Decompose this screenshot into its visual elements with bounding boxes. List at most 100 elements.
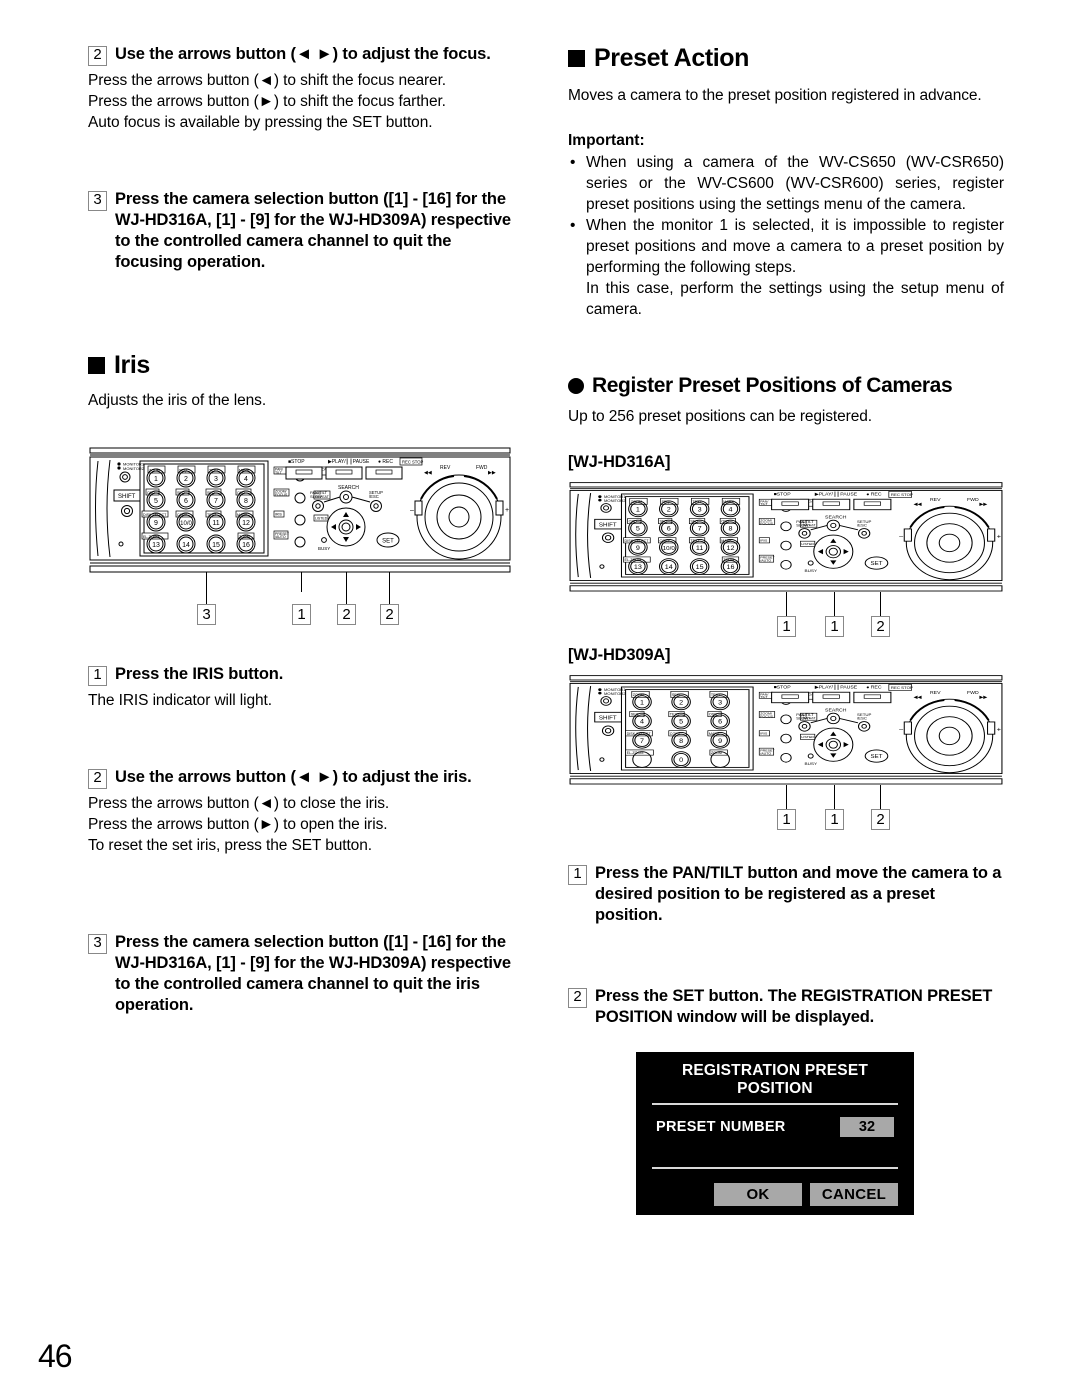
svg-text:SHIFT: SHIFT [599,716,617,721]
svg-text:6: 6 [184,498,188,505]
callout-leader [346,572,348,604]
svg-text:TILT: TILT [760,695,767,699]
svg-text:▶▶: ▶▶ [488,470,496,476]
svg-text:12: 12 [242,520,250,527]
step-pantilt: 1 Press the PAN/TILT button and move the… [568,863,1004,926]
svg-text:TILT: TILT [275,471,283,475]
svg-text:REC STOP: REC STOP [891,686,913,691]
step-set: 2 Press the SET button. The REGISTRATION… [568,986,1004,1028]
svg-text:/AUTO: /AUTO [760,559,771,563]
svg-text:SLOW: SLOW [310,494,322,499]
step-title: Use the arrows button (◄ ►) to adjust th… [115,45,491,63]
svg-text:MONITOR2: MONITOR2 [123,466,145,471]
svg-text:FOCUS: FOCUS [760,522,773,526]
svg-text:8: 8 [244,498,248,505]
svg-text:15: 15 [696,565,704,571]
important-label: Important: [568,132,645,149]
register-heading-row: Register Preset Positions of Cameras [568,374,1004,398]
svg-text:● REC: ● REC [866,492,882,497]
iris-line-2: Press the arrows button (►) to open the … [88,816,388,833]
svg-text:1: 1 [640,700,644,706]
bullet-text: When the monitor 1 is selected, it is im… [586,217,1004,276]
svg-text:IRIS: IRIS [760,732,768,736]
svg-text:5: 5 [636,526,640,532]
model-label-316a: [WJ-HD316A] [568,453,671,471]
svg-text:REC STOP: REC STOP [891,493,913,498]
svg-text:FWD: FWD [967,497,979,502]
step-quit-iris: 3 Press the camera selection button ([1]… [88,932,512,1016]
ok-button[interactable]: OK [714,1183,802,1206]
dialog-divider-bottom [652,1167,898,1169]
svg-text:2: 2 [667,507,671,513]
cancel-button[interactable]: CANCEL [810,1183,898,1206]
callout-box: 1 [825,809,844,830]
svg-text:+: + [997,727,1001,733]
preset-action-heading-row: Preset Action [568,44,1004,73]
svg-text:7: 7 [640,738,644,744]
device-panel-diagram-309a: MONITOR1 MONITOR2 SHIFT ZOOM SEQ TEXT SE… [568,673,1004,837]
callout-box: 1 [777,616,796,637]
svg-text:SHIFT: SHIFT [118,494,136,500]
dialog-button-bar: OK CANCEL [652,1183,898,1206]
right-column: Preset Action Moves a camera to the pres… [568,44,1004,1215]
device-panel-diagram-316a: MONITOR1 MONITOR2 SHIFT ZOOM SEQ TEXT MA… [568,480,1004,644]
page-section-title: Preset Action [594,44,750,72]
model-label-309a: [WJ-HD309A] [568,646,671,664]
step-title: Press the IRIS button. [115,665,284,683]
svg-text:BUSY: BUSY [805,568,818,573]
important-bullet-list: When using a camera of the WV-CS650 (WV-… [568,152,1004,320]
focus-line-1: Press the arrows button (◄) to shift the… [88,72,446,89]
svg-text:/AUTO: /AUTO [275,535,286,539]
svg-text:14: 14 [182,542,190,549]
svg-text:10/0: 10/0 [180,521,192,527]
svg-text:4: 4 [728,507,732,513]
svg-text:REV: REV [930,497,941,502]
svg-text:+: + [997,534,1001,540]
svg-text:0: 0 [679,758,683,764]
svg-text:FWD: FWD [476,465,488,471]
step-iris-adjust: 2 Use the arrows button (◄ ►) to adjust … [88,767,512,789]
list-item: When using a camera of the WV-CS650 (WV-… [568,152,1004,215]
callout-leader [880,592,882,616]
step-number: 2 [88,769,107,789]
manual-page: 2 Use the arrows button (◄ ►) to adjust … [0,0,1080,1399]
svg-text:10/0: 10/0 [663,546,675,551]
svg-text:8: 8 [728,526,732,532]
svg-text:/ESC: /ESC [857,716,867,721]
step-number: 2 [568,988,587,1008]
list-item: When the monitor 1 is selected, it is im… [568,215,1004,320]
dialog-divider-top [652,1103,898,1105]
svg-text:/ESC: /ESC [369,494,379,499]
svg-text:LISTED: LISTED [801,735,814,739]
callout-box: 1 [777,809,796,830]
svg-text:TILT: TILT [760,502,767,506]
svg-text:LISTED: LISTED [315,517,328,521]
dialog-title: REGISTRATION PRESET POSITION [681,1062,869,1097]
bullet-subtext: In this case, perform the settings using… [586,280,1004,318]
svg-text:▶PLAY/║║PAUSE: ▶PLAY/║║PAUSE [815,684,857,690]
preset-number-value[interactable]: 32 [840,1117,894,1137]
step-number: 2 [88,46,107,66]
callout-leader [301,572,303,592]
svg-text:8: 8 [679,738,683,744]
svg-text:SEARCH: SEARCH [825,708,847,713]
svg-text:6: 6 [718,719,722,725]
svg-text:REV: REV [440,465,451,471]
page-subsection-title: Register Preset Positions of Cameras [592,374,953,397]
square-bullet-icon [568,50,585,67]
svg-text:◀◀: ◀◀ [914,502,922,507]
svg-text:6: 6 [667,526,671,532]
svg-text:7: 7 [698,526,702,532]
svg-text:16: 16 [242,542,250,549]
register-intro: Up to 256 preset positions can be regist… [568,408,872,425]
callout-box: 3 [197,604,216,625]
iris-indicator-line: The IRIS indicator will light. [88,692,272,709]
page-section-title: Iris [114,351,150,379]
iris-line-1: Press the arrows button (◄) to close the… [88,795,390,812]
step-number: 1 [568,865,587,885]
svg-text:15: 15 [212,542,220,549]
svg-text:7: 7 [214,498,218,505]
svg-text:5: 5 [154,498,158,505]
step-number: 1 [88,666,107,686]
svg-text:SHIFT: SHIFT [599,523,617,528]
